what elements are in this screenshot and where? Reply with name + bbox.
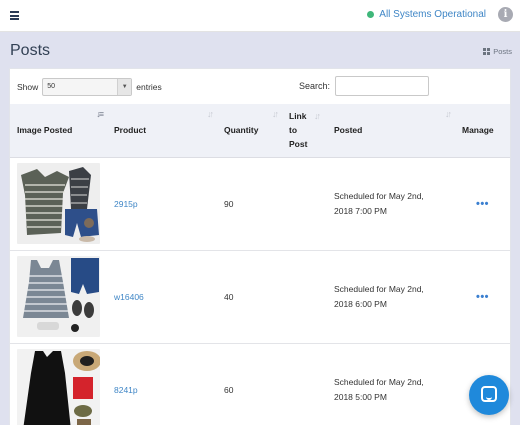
post-thumbnail-image[interactable] [17,163,100,244]
column-header-image-posted[interactable]: Image Posted ↓≡ [10,104,107,158]
table-row: w16406 40 Scheduled for May 2nd, 2018 6:… [10,250,510,343]
status-dot-icon [367,11,375,18]
chat-launcher-button[interactable] [469,375,509,415]
show-label: Show [17,82,39,92]
link-to-post-cell [282,250,327,343]
posts-table: Image Posted ↓≡ Product ↓↑ Quantity ↓↑ L… [10,104,510,425]
sort-icon: ↓↑ [314,111,321,121]
posted-cell: Scheduled for May 2nd, 2018 7:00 PM [327,157,455,250]
product-link[interactable]: 2915p [114,199,138,209]
hamburger-menu-icon[interactable] [10,11,19,20]
table-header-row: Image Posted ↓≡ Product ↓↑ Quantity ↓↑ L… [10,104,510,158]
column-header-quantity[interactable]: Quantity ↓↑ [217,104,282,158]
breadcrumb-label: Posts [493,47,512,56]
top-navbar: All Systems Operational i [0,0,520,32]
table-row: 8241p 60 Scheduled for May 2nd, 2018 5:0… [10,343,510,425]
search-label: Search: [299,81,331,91]
chevron-down-icon: ▼ [117,79,132,95]
page-title: Posts [10,42,51,59]
quantity-cell: 60 [224,384,234,395]
image-cell [10,250,107,343]
posted-date-line1: Scheduled for May 2nd, [334,283,424,294]
product-cell: 2915p [107,157,217,250]
posted-cell: Scheduled for May 2nd, 2018 6:00 PM [327,250,455,343]
quantity-cell: 40 [224,291,234,302]
posted-cell: Scheduled for May 2nd, 2018 5:00 PM [327,343,455,425]
column-header-product[interactable]: Product ↓↑ [107,104,217,158]
product-cell: w16406 [107,250,217,343]
post-thumbnail-image[interactable] [17,256,100,337]
entries-select[interactable]: 50 ▼ [42,78,133,96]
image-cell [10,343,107,425]
sort-icon: ↓↑ [272,109,279,119]
more-options-icon[interactable]: ••• [462,198,503,210]
more-options-icon[interactable]: ••• [462,291,503,303]
manage-cell: ••• [455,250,510,343]
link-to-post-cell [282,343,327,425]
image-cell [10,157,107,250]
product-link[interactable]: w16406 [114,292,144,302]
column-header-link-to-post[interactable]: Link to Post ↓↑ [282,104,327,158]
table-row: 2915p 90 Scheduled for May 2nd, 2018 7:0… [10,157,510,250]
breadcrumb[interactable]: Posts [483,47,512,56]
entries-label: entries [136,82,162,92]
status-text: All Systems Operational [379,9,486,20]
column-header-manage: Manage [455,104,510,158]
post-thumbnail-image[interactable] [17,349,100,425]
product-cell: 8241p [107,343,217,425]
posted-date-line1: Scheduled for May 2nd, [334,376,424,387]
posted-date-line2: 2018 7:00 PM [334,205,387,216]
posted-date-line2: 2018 6:00 PM [334,298,387,309]
sort-active-icon: ↓≡ [96,109,104,119]
column-header-posted[interactable]: Posted ↓↑ [327,104,455,158]
link-to-post-cell [282,157,327,250]
sort-icon: ↓↑ [207,109,214,119]
entries-length-control: Show 50 ▼ entries [17,78,162,96]
quantity-cell: 90 [224,198,234,209]
posts-card: Show 50 ▼ entries Search: Image Posted ↓… [9,68,511,425]
entries-select-value: 50 [47,83,56,90]
posted-date-line1: Scheduled for May 2nd, [334,190,424,201]
manage-cell: ••• [455,157,510,250]
system-status-link[interactable]: All Systems Operational [367,9,486,20]
product-link[interactable]: 8241p [114,385,138,395]
search-control: Search: [299,76,430,96]
chat-icon [481,386,497,402]
posted-date-line2: 2018 5:00 PM [334,391,387,402]
search-input[interactable] [335,76,430,96]
sort-icon: ↓↑ [445,109,452,119]
info-icon[interactable]: i [498,7,513,22]
grid-icon [483,48,491,55]
